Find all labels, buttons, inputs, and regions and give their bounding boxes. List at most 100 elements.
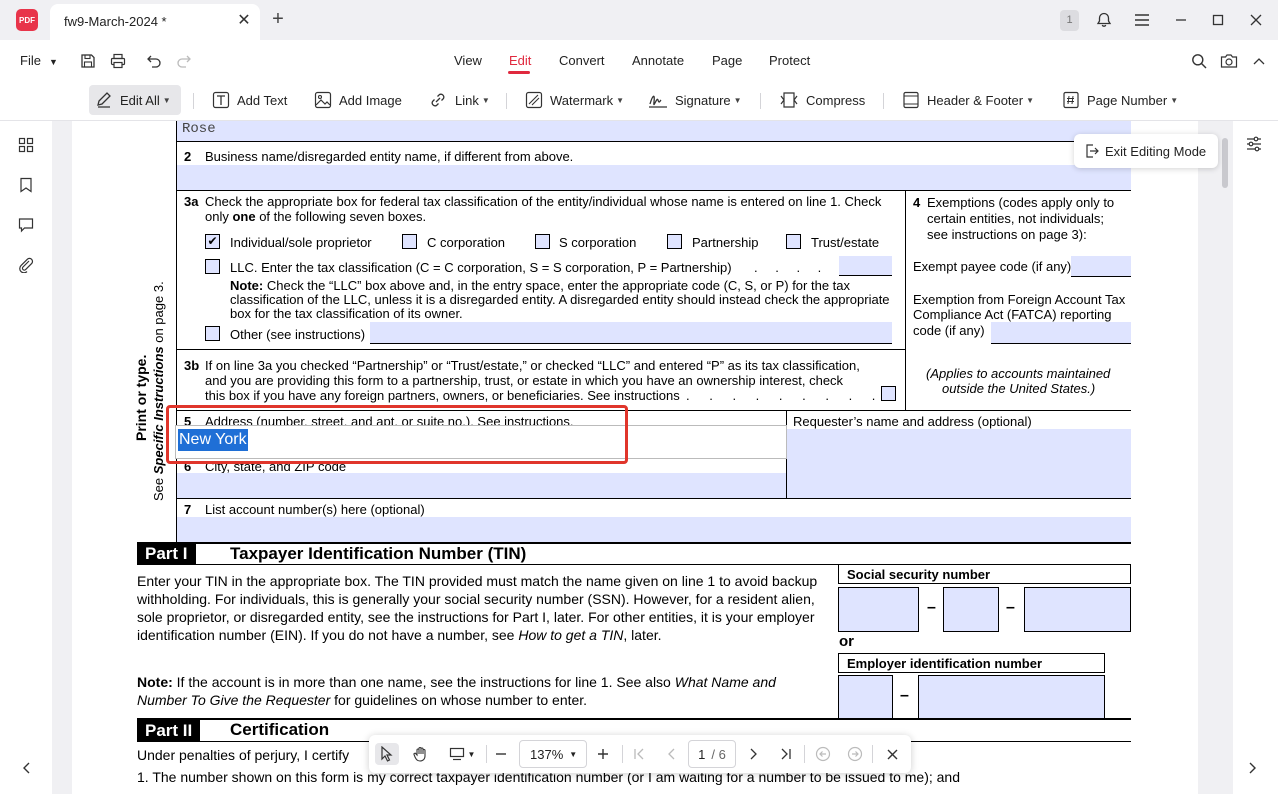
edit-all-button[interactable]: Edit All ▼ — [89, 85, 181, 115]
note-text-1: Check the “LLC” box above and, in the en… — [266, 278, 850, 293]
city-state-field[interactable] — [177, 473, 786, 498]
close-toolbar-icon[interactable] — [881, 743, 903, 765]
ein-field-1[interactable] — [838, 675, 893, 720]
other-checkbox[interactable] — [205, 326, 220, 341]
partnership-checkbox[interactable] — [667, 234, 682, 249]
line3b-number: 3b — [184, 358, 200, 373]
part1-note-label: Note: — [137, 674, 173, 690]
watermark-button[interactable]: Watermark ▼ — [521, 85, 628, 115]
thumbnails-icon[interactable] — [16, 135, 36, 155]
signature-button[interactable]: Signature ▼ — [644, 85, 746, 115]
maximize-icon[interactable] — [1206, 8, 1230, 32]
attachment-icon[interactable] — [16, 255, 36, 275]
chevron-left-icon[interactable] — [16, 758, 36, 778]
name-field[interactable] — [177, 121, 1131, 141]
bell-icon[interactable] — [1092, 8, 1116, 32]
toolbar-divider — [486, 745, 487, 763]
part1-para-end: , later. — [623, 627, 662, 643]
part1-para-italic: How to get a TIN — [518, 627, 624, 643]
redo-icon[interactable] — [174, 51, 194, 71]
hand-tool-icon[interactable] — [409, 743, 433, 765]
zoom-in-icon[interactable] — [592, 743, 614, 765]
ssn-field-3[interactable] — [1024, 587, 1131, 632]
foreign-partners-checkbox[interactable] — [881, 386, 896, 401]
header-footer-button[interactable]: Header & Footer ▼ — [898, 85, 1038, 115]
add-text-button[interactable]: Add Text — [208, 85, 291, 115]
page-number-button[interactable]: Page Number ▼ — [1058, 85, 1182, 115]
hamburger-menu-icon[interactable] — [1130, 8, 1154, 32]
tab-annotate[interactable]: Annotate — [632, 53, 684, 68]
ssn-field-1[interactable] — [838, 587, 919, 632]
fatca-field[interactable] — [991, 322, 1131, 344]
business-name-field[interactable] — [177, 165, 1131, 190]
search-icon[interactable] — [1189, 51, 1209, 71]
vertical-scrollbar[interactable] — [1222, 138, 1228, 188]
toolbar-divider — [506, 93, 507, 109]
tab-page[interactable]: Page — [712, 53, 742, 68]
print-icon[interactable] — [108, 51, 128, 71]
zoom-select[interactable]: 137% ▼ — [519, 740, 587, 768]
add-image-button[interactable]: Add Image — [310, 85, 406, 115]
link-button[interactable]: Link ▼ — [424, 85, 494, 115]
properties-panel-icon[interactable] — [1245, 135, 1265, 155]
page-count-badge: 1 — [1060, 10, 1079, 31]
individual-checkbox[interactable]: ✔ — [205, 234, 220, 249]
fatca-label-1: Exemption from Foreign Account Tax — [913, 292, 1126, 307]
total-pages: / 6 — [711, 746, 726, 762]
last-page-icon[interactable] — [776, 743, 796, 765]
exempt-payee-field[interactable] — [1071, 256, 1131, 277]
tab-view[interactable]: View — [454, 53, 482, 68]
llc-classification-field[interactable] — [839, 256, 892, 276]
undo-icon[interactable] — [144, 51, 164, 71]
specific-instructions-text: Specific Instructions — [151, 346, 166, 475]
left-sidebar — [0, 121, 52, 794]
zoom-out-icon[interactable] — [490, 743, 512, 765]
back-view-icon[interactable] — [812, 743, 834, 765]
s-corporation-checkbox[interactable] — [535, 234, 550, 249]
close-tab-icon[interactable]: ✕ — [234, 11, 254, 31]
page-number-input[interactable]: 1 / 6 — [688, 740, 736, 768]
camera-icon[interactable] — [1219, 51, 1239, 71]
forward-view-icon[interactable] — [844, 743, 866, 765]
title-bar: PDF fw9-March-2024 * ✕ + 1 — [0, 0, 1278, 40]
minimize-icon[interactable] — [1169, 8, 1193, 32]
part1-note-end: for guidelines on whose number to enter. — [330, 692, 588, 708]
trust-estate-checkbox[interactable] — [786, 234, 801, 249]
link-icon — [431, 93, 445, 107]
next-page-icon[interactable] — [744, 743, 764, 765]
c-corporation-checkbox[interactable] — [402, 234, 417, 249]
requester-field[interactable] — [787, 429, 1131, 499]
document-tab[interactable]: fw9-March-2024 * ✕ — [50, 4, 260, 40]
compress-button[interactable]: Compress — [775, 85, 869, 115]
ssn-field-2[interactable] — [943, 587, 999, 632]
ein-field-2[interactable] — [918, 675, 1105, 720]
save-icon[interactable] — [78, 51, 98, 71]
tab-convert[interactable]: Convert — [559, 53, 605, 68]
previous-page-icon[interactable] — [661, 743, 681, 765]
s-corporation-label: S corporation — [559, 235, 637, 250]
part1-note: Note: If the account is in more than one… — [137, 673, 827, 709]
first-page-icon[interactable] — [629, 743, 649, 765]
close-window-icon[interactable] — [1244, 8, 1268, 32]
tab-edit[interactable]: Edit — [509, 53, 531, 68]
note-line1: Note: Check the “LLC” box above and, in … — [230, 278, 850, 293]
bookmark-icon[interactable] — [16, 175, 36, 195]
view-mode-dropdown[interactable]: ▼ — [445, 743, 479, 765]
applies-label-1: (Applies to accounts maintained — [926, 366, 1111, 381]
tab-protect[interactable]: Protect — [769, 53, 810, 68]
highlight-annotation-box — [166, 405, 628, 464]
part1-title: Taxpayer Identification Number (TIN) — [230, 544, 527, 563]
exit-editing-mode-button[interactable]: Exit Editing Mode — [1074, 134, 1218, 168]
select-cursor-icon[interactable] — [375, 743, 399, 765]
account-numbers-field[interactable] — [177, 517, 1131, 542]
comment-icon[interactable] — [16, 215, 36, 235]
toolbar-divider — [622, 745, 623, 763]
file-menu[interactable]: File ▼ — [20, 53, 58, 68]
pdf-page[interactable]: Print or type. See Specific Instructions… — [72, 121, 1198, 794]
new-tab-icon[interactable]: + — [268, 9, 288, 29]
chevron-right-icon[interactable] — [1243, 758, 1263, 778]
llc-checkbox[interactable] — [205, 259, 220, 274]
other-field[interactable] — [370, 322, 892, 344]
see-label: See — [151, 474, 166, 501]
chevron-up-icon[interactable] — [1249, 51, 1269, 71]
